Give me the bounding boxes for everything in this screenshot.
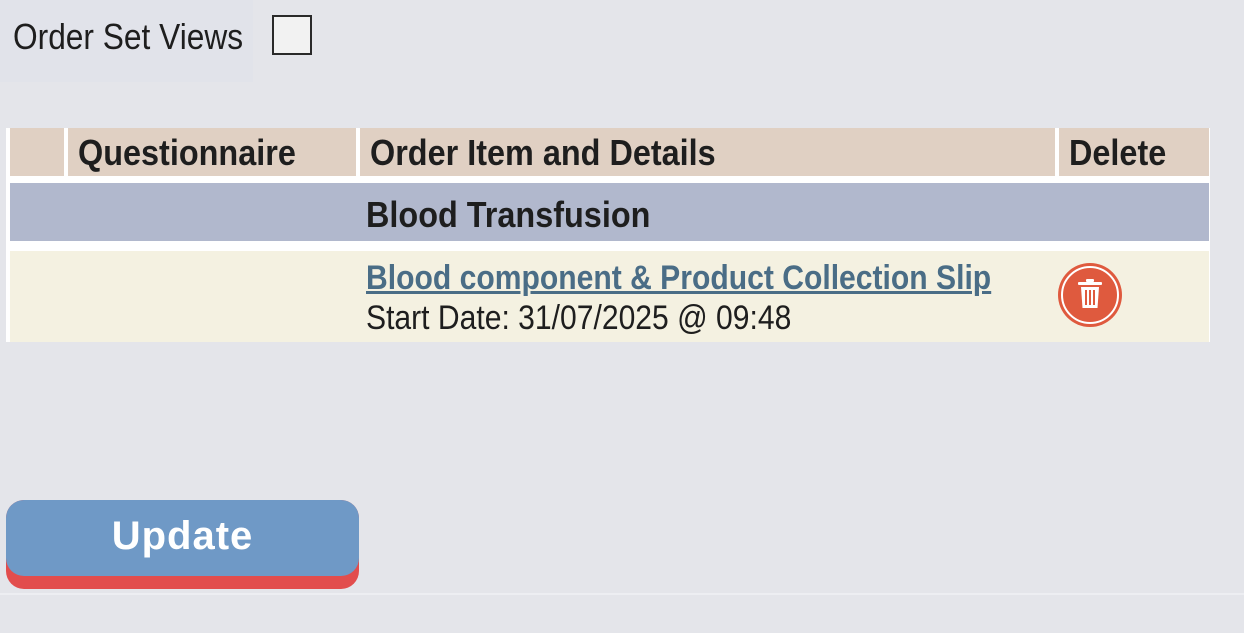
group-row: Blood Transfusion (10, 183, 1209, 241)
header-questionnaire: Questionnaire (68, 128, 356, 176)
update-button[interactable]: Update (6, 500, 359, 589)
order-set-views-label: Order Set Views (13, 16, 244, 57)
order-item-link[interactable]: Blood component & Product Collection Sli… (366, 259, 991, 298)
delete-button[interactable] (1058, 263, 1122, 327)
table-row: Blood component & Product Collection Sli… (10, 251, 1209, 342)
header-delete-label: Delete (1069, 132, 1167, 173)
header-order-item: Order Item and Details (360, 128, 1055, 176)
footer-divider (0, 593, 1244, 595)
header-select-column (10, 128, 64, 176)
header-order-item-label: Order Item and Details (370, 132, 716, 173)
update-button-label: Update (111, 514, 254, 558)
order-items-table: Questionnaire Order Item and Details Del… (6, 128, 1210, 342)
group-title: Blood Transfusion (366, 194, 651, 235)
update-button-face: Update (6, 500, 359, 576)
order-set-views-checkbox[interactable] (272, 15, 312, 55)
header-delete: Delete (1059, 128, 1209, 176)
header-questionnaire-label: Questionnaire (78, 132, 296, 173)
trash-icon (1078, 279, 1102, 308)
order-item-start-date: Start Date: 31/07/2025 @ 09:48 (366, 299, 792, 337)
